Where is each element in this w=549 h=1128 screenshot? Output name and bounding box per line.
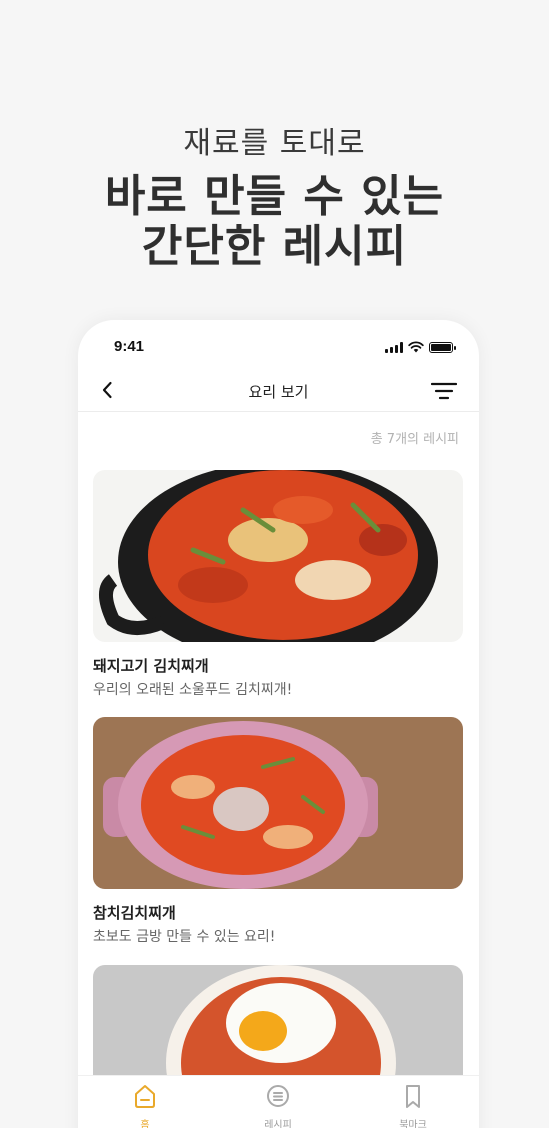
recipe-title: 참치김치찌개 <box>93 904 176 922</box>
status-icons <box>385 341 456 353</box>
tab-label: 홈 <box>140 1120 150 1128</box>
recipe-title: 돼지고기 김치찌개 <box>93 657 209 675</box>
recipe-description: 우리의 오래된 소울푸드 김치찌개! <box>93 682 293 698</box>
promo-title-line-1: 바로 만들 수 있는 <box>104 171 445 222</box>
tab-home[interactable]: 홈 <box>105 1082 185 1128</box>
recipe-list-icon <box>267 1085 289 1107</box>
promo-title-line-2: 간단한 레시피 <box>141 221 408 272</box>
top-navbar: 요리 보기 <box>78 372 479 412</box>
tab-bookmarks[interactable]: 북마크 <box>373 1082 453 1128</box>
bottom-tab-bar: 홈 레시피 북마크 <box>78 1075 479 1128</box>
home-icon <box>135 1085 155 1108</box>
recipe-image-tuna-kimchi-stew[interactable] <box>93 717 463 889</box>
tab-label: 북마크 <box>399 1120 427 1128</box>
bookmark-icon <box>406 1085 420 1108</box>
tab-label: 레시피 <box>264 1120 292 1128</box>
page-title: 요리 보기 <box>248 383 309 401</box>
recipe-description: 초보도 금방 만들 수 있는 요리! <box>93 929 276 945</box>
battery-icon <box>429 341 456 353</box>
tab-recipes[interactable]: 레시피 <box>238 1082 318 1128</box>
filter-icon <box>430 382 458 400</box>
status-bar: 9:41 <box>78 338 479 360</box>
phone-screen: 9:41 요리 보기 총 7개의 레시피 돼지고기 김치찌개 우리의 오래된 소… <box>78 320 479 1128</box>
wifi-icon <box>408 341 424 353</box>
promo-subtitle: 재료를 토대로 <box>183 126 366 161</box>
cellular-signal-icon <box>385 341 403 353</box>
recipe-card[interactable]: 돼지고기 김치찌개 우리의 오래된 소울푸드 김치찌개! <box>93 470 463 699</box>
status-time: 9:41 <box>114 338 145 355</box>
promo-title: 바로 만들 수 있는 간단한 레시피 <box>0 172 549 272</box>
recipe-image-pork-kimchi-stew[interactable] <box>93 470 463 642</box>
recipe-count: 총 7개의 레시피 <box>370 432 459 447</box>
recipe-card[interactable]: 참치김치찌개 초보도 금방 만들 수 있는 요리! <box>93 717 463 946</box>
filter-button[interactable] <box>430 380 458 402</box>
